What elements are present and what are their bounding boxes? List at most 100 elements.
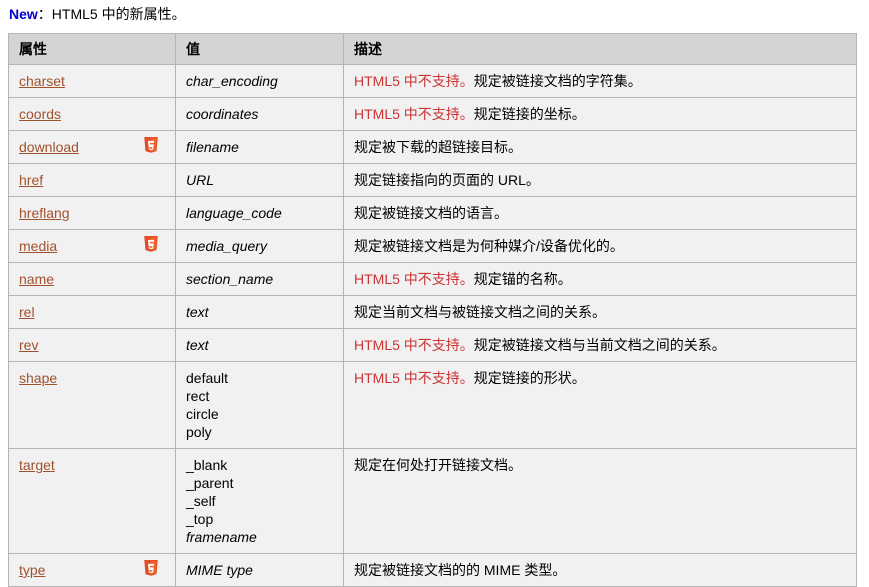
table-row: coords coordinates HTML5 中不支持。规定链接的坐标。	[8, 97, 857, 131]
description-text: 规定当前文档与被链接文档之间的关系。	[354, 304, 606, 320]
attribute-link-coords[interactable]: coords	[19, 106, 61, 122]
attribute-link-rel[interactable]: rel	[19, 304, 35, 320]
value-cell: section_name	[175, 262, 344, 296]
attribute-link-rev[interactable]: rev	[19, 337, 38, 353]
value-option: _blank	[186, 457, 228, 473]
value-option: default	[186, 370, 229, 386]
table-row: target _blank _parent _self _top framename 规定在…	[8, 448, 857, 554]
description-cell: HTML5 中不支持。规定锚的名称。	[343, 262, 857, 296]
attribute-cell: coords	[8, 97, 176, 131]
attribute-cell: href	[8, 163, 176, 197]
value-cell: _blank _parent _self _top framename	[175, 448, 344, 554]
attribute-cell: type	[8, 553, 176, 587]
value-cell: text	[175, 295, 344, 329]
value-cell: char_encoding	[175, 64, 344, 98]
value-cell: URL	[175, 163, 344, 197]
value-option: rect	[186, 388, 210, 404]
description-text: 规定在何处打开链接文档。	[354, 457, 522, 473]
column-header-value: 值	[175, 33, 344, 65]
description-text: 规定被下载的超链接目标。	[354, 139, 522, 155]
description-text: 规定链接的形状。	[473, 370, 586, 386]
description-text: 规定被链接文档的语言。	[354, 205, 508, 221]
attribute-link-href[interactable]: href	[19, 172, 43, 188]
description-cell: HTML5 中不支持。规定链接的坐标。	[343, 97, 857, 131]
value-option: circle	[186, 406, 219, 422]
column-header-description: 描述	[343, 33, 857, 65]
description-cell: HTML5 中不支持。规定链接的形状。	[343, 361, 857, 449]
attribute-cell: name	[8, 262, 176, 296]
new-badge-label: New	[9, 6, 38, 22]
not-supported-notice: HTML5 中不支持。	[354, 370, 474, 386]
description-cell: 规定被链接文档的语言。	[343, 196, 857, 230]
table-row: type MIME type 规定被链接文档的的 MIME 类型。	[8, 553, 857, 587]
value-cell: text	[175, 328, 344, 362]
description-text: 规定被链接文档的字符集。	[473, 73, 642, 89]
table-body: charset char_encoding HTML5 中不支持。规定被链接文档的字…	[8, 64, 857, 587]
attribute-link-media[interactable]: media	[19, 238, 57, 254]
not-supported-notice: HTML5 中不支持。	[354, 106, 474, 122]
value-option-list: _blank _parent _self _top framename	[186, 456, 333, 546]
attributes-table: 属性 值 描述 charset char_encoding HTML5 中不支持。规…	[8, 33, 857, 587]
attribute-cell: media	[8, 229, 176, 263]
attribute-link-name[interactable]: name	[19, 271, 54, 287]
table-header-row: 属性 值 描述	[8, 33, 857, 65]
value-text: text	[186, 337, 209, 353]
description-cell: 规定被下载的超链接目标。	[343, 130, 857, 164]
not-supported-notice: HTML5 中不支持。	[354, 271, 474, 287]
value-cell: language_code	[175, 196, 344, 230]
attribute-link-shape[interactable]: shape	[19, 370, 57, 386]
table-row: charset char_encoding HTML5 中不支持。规定被链接文档的字…	[8, 64, 857, 98]
value-text: filename	[186, 139, 239, 155]
attribute-cell: shape	[8, 361, 176, 449]
attribute-cell: hreflang	[8, 196, 176, 230]
table-row: shape default rect circle poly HTML5 中不支持。规定链…	[8, 361, 857, 449]
description-text: 规定链接指向的页面的 URL。	[354, 172, 540, 188]
html5-badge-icon	[143, 236, 159, 254]
description-text: 规定被链接文档的的 MIME 类型。	[354, 562, 567, 578]
value-cell: default rect circle poly	[175, 361, 344, 449]
value-cell: media_query	[175, 229, 344, 263]
table-row: name section_name HTML5 中不支持。规定锚的名称。	[8, 262, 857, 296]
description-cell: HTML5 中不支持。规定被链接文档的字符集。	[343, 64, 857, 98]
description-cell: HTML5 中不支持。规定被链接文档与当前文档之间的关系。	[343, 328, 857, 362]
new-note-text: ：HTML5 中的新属性。	[37, 6, 186, 22]
attribute-link-charset[interactable]: charset	[19, 73, 65, 89]
table-row: hreflang language_code 规定被链接文档的语言。	[8, 196, 857, 230]
new-attributes-note: New：HTML5 中的新属性。	[9, 4, 186, 24]
value-text: section_name	[186, 271, 274, 287]
description-text: 规定锚的名称。	[473, 271, 572, 287]
description-cell: 规定被链接文档的的 MIME 类型。	[343, 553, 857, 587]
value-text: coordinates	[186, 106, 259, 122]
value-text: media_query	[186, 238, 267, 254]
attribute-cell: rel	[8, 295, 176, 329]
value-text: language_code	[186, 205, 282, 221]
table-row: rev text HTML5 中不支持。规定被链接文档与当前文档之间的关系。	[8, 328, 857, 362]
value-cell: MIME type	[175, 553, 344, 587]
value-option: _self	[186, 493, 216, 509]
table-row: href URL 规定链接指向的页面的 URL。	[8, 163, 857, 197]
value-cell: filename	[175, 130, 344, 164]
value-option: _parent	[186, 475, 234, 491]
description-text: 规定链接的坐标。	[473, 106, 586, 122]
attribute-cell: download	[8, 130, 176, 164]
value-option: _top	[186, 511, 214, 527]
html5-badge-icon	[143, 560, 159, 578]
column-header-attribute: 属性	[8, 33, 176, 65]
attribute-link-type[interactable]: type	[19, 562, 45, 578]
attribute-link-hreflang[interactable]: hreflang	[19, 205, 70, 221]
attributes-reference-page: New：HTML5 中的新属性。 属性 值 描述 charset char_enc…	[0, 0, 869, 587]
not-supported-notice: HTML5 中不支持。	[354, 337, 474, 353]
description-cell: 规定在何处打开链接文档。	[343, 448, 857, 554]
attribute-link-target[interactable]: target	[19, 457, 55, 473]
value-text: char_encoding	[186, 73, 278, 89]
description-text: 规定被链接文档与当前文档之间的关系。	[473, 337, 726, 353]
value-option-list: default rect circle poly	[186, 369, 333, 441]
value-option: framename	[186, 529, 257, 545]
attribute-link-download[interactable]: download	[19, 139, 79, 155]
attribute-cell: rev	[8, 328, 176, 362]
table-row: download filename 规定被下载的超链接目标。	[8, 130, 857, 164]
table-header: 属性 值 描述	[8, 33, 857, 65]
attribute-cell: charset	[8, 64, 176, 98]
value-text: text	[186, 304, 209, 320]
not-supported-notice: HTML5 中不支持。	[354, 73, 474, 89]
